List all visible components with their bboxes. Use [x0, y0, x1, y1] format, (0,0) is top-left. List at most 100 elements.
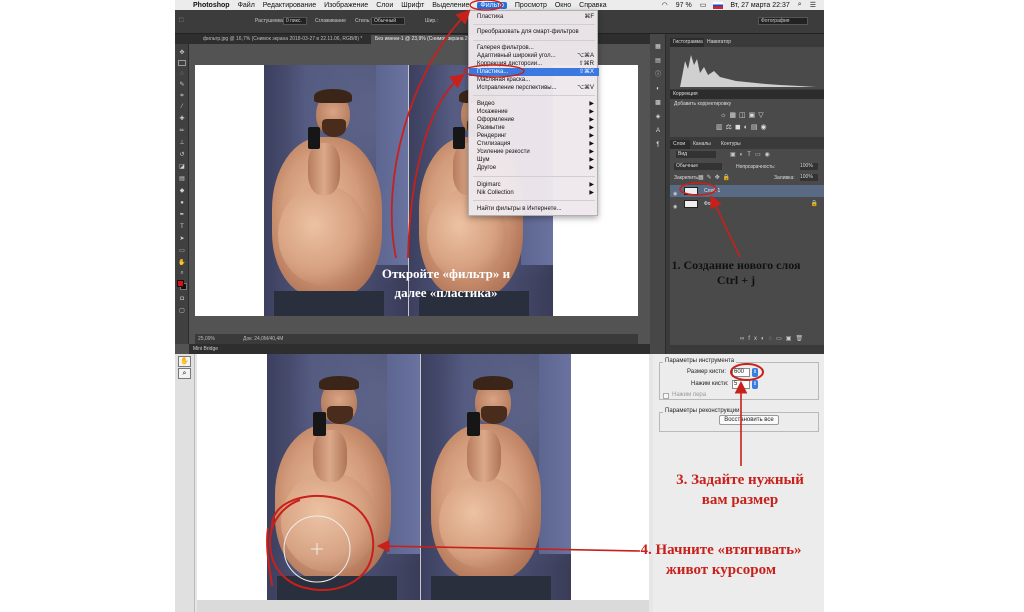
- menu-edit[interactable]: Редактирование: [263, 2, 316, 9]
- crop-tool-icon[interactable]: ⌗: [178, 93, 186, 99]
- menu-item-last-filter[interactable]: Пластика ⌘F: [469, 13, 599, 21]
- layer-row-layer1[interactable]: ◉ Слой 1: [670, 185, 824, 197]
- paragraph-panel-icon[interactable]: ¶: [654, 142, 662, 149]
- screen-mode-icon[interactable]: ▢: [178, 308, 186, 314]
- menu-item-vanishing-point[interactable]: Исправление перспективы... ⌥⌘V: [469, 84, 599, 92]
- menu-item-distort[interactable]: Искажение ▶: [469, 108, 599, 116]
- menu-item-blur[interactable]: Размытие ▶: [469, 124, 599, 132]
- liquify-preview-canvas[interactable]: [197, 354, 649, 600]
- blur-tool-icon[interactable]: ◆: [178, 188, 186, 194]
- opacity-input[interactable]: 100%: [800, 163, 818, 170]
- menu-item-liquify[interactable]: Пластика... ⇧⌘X: [469, 68, 599, 76]
- layer-name[interactable]: Слой 1: [704, 185, 720, 197]
- tab-paths[interactable]: Контуры: [718, 140, 746, 149]
- menu-layers[interactable]: Слои: [376, 2, 393, 9]
- brush-pressure-stepper[interactable]: ⇕: [752, 380, 758, 389]
- zoom-level[interactable]: 25,09%: [198, 334, 215, 344]
- menu-item-noise[interactable]: Шум ▶: [469, 156, 599, 164]
- menu-view[interactable]: Просмотр: [515, 2, 547, 9]
- zoom-tool-icon[interactable]: ⌕: [178, 368, 191, 379]
- menu-item-filter-gallery[interactable]: Галерея фильтров...: [469, 44, 599, 52]
- history-panel-icon[interactable]: ▦: [654, 44, 662, 51]
- rect-marquee-tool-icon[interactable]: [178, 60, 186, 66]
- properties-panel-icon[interactable]: ▤: [654, 58, 662, 65]
- adjustment-icons-row-2[interactable]: ▥⚖◼◐▤◉: [716, 123, 770, 131]
- adjustment-icons-row-1[interactable]: ☼▦◫▣▽: [720, 111, 767, 119]
- eyedropper-tool-icon[interactable]: ⁄: [178, 104, 186, 110]
- brush-pressure-input[interactable]: 5: [732, 380, 750, 389]
- move-tool-icon[interactable]: ✥: [178, 50, 186, 56]
- path-select-tool-icon[interactable]: ➤: [178, 236, 186, 242]
- color-panel-icon[interactable]: ◐: [654, 86, 662, 93]
- info-panel-icon[interactable]: ⓘ: [654, 72, 662, 79]
- menu-item-convert-smart[interactable]: Преобразовать для смарт-фильтров: [469, 28, 599, 36]
- layer-actions-icons[interactable]: ∞fx◐◌▭▣🗑: [740, 335, 807, 342]
- layer-row-background[interactable]: ◉ Фон 🔒: [670, 198, 824, 210]
- menu-item-sharpen[interactable]: Усиление резкости ▶: [469, 148, 599, 156]
- tab-filter-doc[interactable]: фильтр.jpg @ 16,7% (Снимок экрана 2018-0…: [199, 35, 366, 44]
- brush-size-input[interactable]: 600: [732, 368, 750, 377]
- menu-item-digimarc[interactable]: Digimarc ▶: [469, 181, 599, 189]
- lasso-tool-icon[interactable]: ◌: [178, 71, 186, 77]
- blend-mode-select[interactable]: Обычные: [674, 163, 722, 170]
- swatches-panel-icon[interactable]: ▩: [654, 100, 662, 107]
- menu-app-name[interactable]: Photoshop: [193, 2, 230, 9]
- type-tool-icon[interactable]: T: [178, 224, 186, 230]
- restore-all-button[interactable]: Восстановить все: [719, 415, 779, 425]
- feather-input[interactable]: 0 пикс.: [283, 17, 307, 25]
- menu-filter[interactable]: Фильтр: [477, 1, 507, 9]
- quick-mask-icon[interactable]: ◘: [178, 296, 186, 302]
- spotlight-search-icon[interactable]: ⌕: [798, 1, 802, 9]
- menu-select[interactable]: Выделение: [432, 2, 469, 9]
- liquify-scrollbar[interactable]: [197, 600, 649, 612]
- brush-tool-icon[interactable]: ✏: [178, 128, 186, 134]
- menu-item-video[interactable]: Видео ▶: [469, 100, 599, 108]
- layer-visibility-eye-icon[interactable]: ◉: [673, 201, 677, 213]
- hand-tool-icon[interactable]: ✋: [178, 356, 191, 367]
- wifi-icon[interactable]: ◠: [662, 1, 668, 9]
- lock-icons[interactable]: ▦✎✥🔒: [698, 174, 733, 181]
- menu-image[interactable]: Изображение: [324, 2, 368, 9]
- battery-icon[interactable]: ▭: [700, 1, 707, 9]
- layer-name[interactable]: Фон: [704, 198, 713, 210]
- foreground-color-swatch[interactable]: [177, 280, 184, 287]
- menu-item-oil-paint[interactable]: Масляная краска...: [469, 76, 599, 84]
- layer-filter-icons[interactable]: ▣◐T▭◉: [730, 151, 774, 158]
- menu-item-adaptive-wide-angle[interactable]: Адаптивный широкий угол... ⌥⌘A: [469, 52, 599, 60]
- marquee-tool-icon[interactable]: ⬚: [179, 17, 184, 23]
- menu-help[interactable]: Справка: [579, 2, 606, 9]
- character-panel-icon[interactable]: A: [654, 128, 662, 135]
- menu-item-browse-filters-online[interactable]: Найти фильтры в Интернете...: [469, 205, 599, 213]
- workspace-select[interactable]: Фотография: [758, 17, 808, 25]
- zoom-tool-icon[interactable]: ⌕: [178, 270, 186, 276]
- eraser-tool-icon[interactable]: ◪: [178, 164, 186, 170]
- pen-tool-icon[interactable]: ✒: [178, 212, 186, 218]
- tab-navigator[interactable]: Навигатор: [704, 38, 738, 47]
- fill-input[interactable]: 100%: [800, 174, 818, 181]
- input-language-flag-icon[interactable]: [713, 1, 724, 9]
- hand-tool-icon[interactable]: ✋: [178, 260, 186, 266]
- stylus-pressure-checkbox[interactable]: [663, 393, 669, 399]
- menu-file[interactable]: Файл: [238, 2, 255, 9]
- menu-item-nik-collection[interactable]: Nik Collection ▶: [469, 189, 599, 197]
- menubar-clock[interactable]: Вт, 27 марта 22:37: [730, 2, 789, 9]
- history-brush-tool-icon[interactable]: ↺: [178, 152, 186, 158]
- tab-channels[interactable]: Каналы: [690, 140, 718, 149]
- notification-center-icon[interactable]: ☰: [810, 1, 816, 9]
- dodge-tool-icon[interactable]: ●: [178, 200, 186, 206]
- menu-type[interactable]: Шрифт: [401, 2, 424, 9]
- healing-brush-tool-icon[interactable]: ✚: [178, 116, 186, 122]
- battery-percent[interactable]: 97 %: [676, 2, 692, 9]
- tab-layers[interactable]: Слои: [670, 140, 690, 149]
- doc-size[interactable]: Док: 24,0M/40,4M: [243, 334, 283, 344]
- clone-stamp-tool-icon[interactable]: ⊥: [178, 140, 186, 146]
- tab-corrections[interactable]: Коррекция: [670, 90, 824, 99]
- brush-size-stepper[interactable]: ⇕: [752, 368, 758, 377]
- shape-tool-icon[interactable]: ▭: [178, 248, 186, 254]
- menu-item-render[interactable]: Рендеринг ▶: [469, 132, 599, 140]
- quick-select-tool-icon[interactable]: ✎: [178, 82, 186, 88]
- tab-histogram[interactable]: Гистограмма: [670, 38, 704, 47]
- menu-item-other[interactable]: Другое ▶: [469, 164, 599, 172]
- menu-window[interactable]: Окно: [555, 2, 571, 9]
- style-select[interactable]: Обычный: [371, 17, 405, 25]
